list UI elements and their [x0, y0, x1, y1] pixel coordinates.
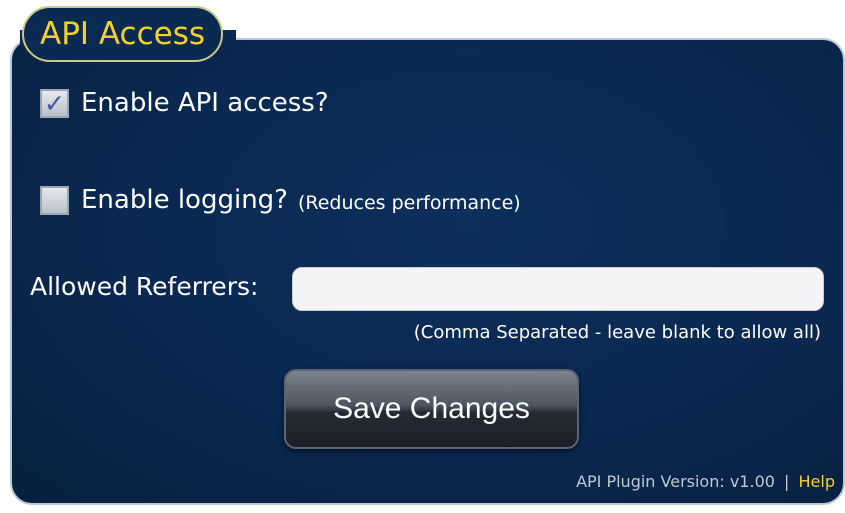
plugin-version: API Plugin Version: v1.00: [576, 472, 775, 491]
panel-title: API Access: [22, 6, 224, 62]
allowed-referrers-input[interactable]: [292, 267, 824, 311]
logging-option: Enable logging? (Reduces performance): [40, 185, 521, 215]
footer-separator: |: [784, 472, 790, 491]
save-changes-button[interactable]: Save Changes: [284, 369, 579, 449]
logging-note: (Reduces performance): [297, 192, 521, 214]
allowed-referrers-hint: (Comma Separated - leave blank to allow …: [413, 322, 821, 343]
api-access-label: Enable API access?: [81, 88, 329, 118]
api-access-checkbox[interactable]: ✓: [40, 88, 69, 118]
help-link[interactable]: Help: [799, 472, 835, 491]
footer: API Plugin Version: v1.00 | Help: [576, 472, 835, 491]
allowed-referrers-label: Allowed Referrers:: [30, 272, 259, 301]
logging-checkbox[interactable]: [40, 185, 69, 215]
api-access-option: ✓ Enable API access?: [40, 88, 329, 118]
checkmark-icon: ✓: [44, 88, 65, 118]
logging-label: Enable logging?: [81, 185, 288, 215]
